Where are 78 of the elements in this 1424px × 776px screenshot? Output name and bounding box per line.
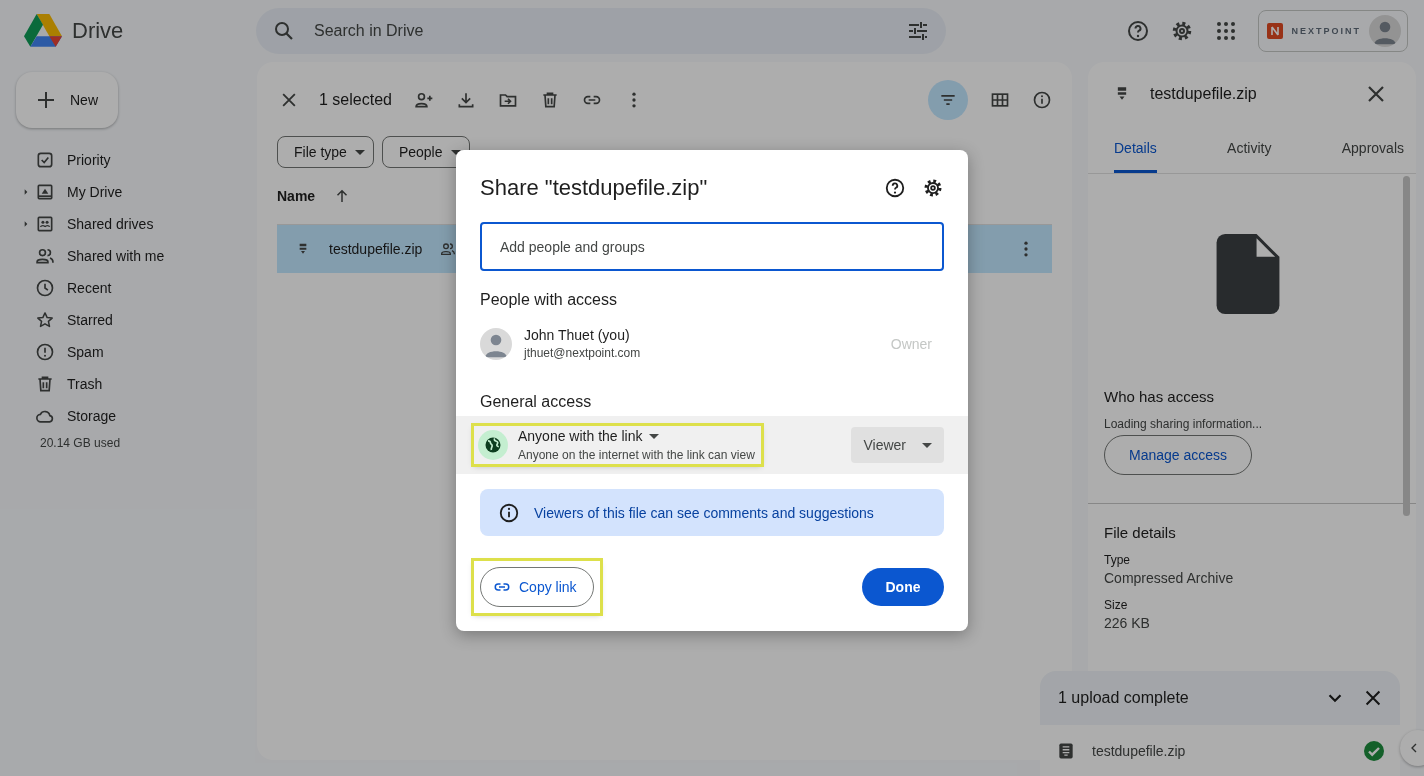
filter-chip[interactable]: File type [277,136,374,168]
caret-icon [648,433,659,439]
storage-usage: 20.14 GB used [39,436,122,450]
field-label: Type [1104,553,1131,567]
drive-logo-icon [24,14,62,48]
help-icon[interactable] [1126,19,1151,43]
section-heading: General access [480,393,593,411]
search-input[interactable]: Search in Drive [312,21,890,41]
info-text: Viewers of this file can see comments and suggestions [534,504,874,521]
search-field[interactable]: Search in Drive [256,8,946,54]
tab[interactable]: Activity [1227,124,1272,173]
panel-title: testdupefile.zip [1150,85,1257,103]
sidebar-item[interactable]: Shared with me [16,240,236,272]
trash-icon [35,374,55,394]
selection-count: 1 selected [319,91,392,109]
column-header[interactable]: Name [277,188,316,204]
person-name: John Thuet (you) [524,327,631,343]
copy-link-button[interactable]: Copy link [480,567,594,607]
add-people-field[interactable]: Add people and groups [480,222,944,271]
access-level: Anyone with the link [518,428,643,444]
tab[interactable]: Details [1114,124,1157,173]
filter-chip[interactable]: People [381,136,470,168]
filter-options-icon[interactable] [906,19,930,43]
role-dropdown[interactable]: Viewer [851,427,944,463]
document-icon [1056,741,1076,761]
star-icon [35,310,55,330]
grid-view-icon[interactable] [990,90,1010,110]
add-person-icon[interactable] [413,90,434,110]
people-icon [35,246,55,266]
app-name: Drive [72,18,124,44]
shared-drive-icon [35,214,55,234]
alert-icon [35,342,55,362]
sidebar-item[interactable]: Trash [16,368,236,400]
drive-icon [35,182,55,202]
sidebar-item[interactable]: Priority [16,144,236,176]
field-value: Compressed Archive [1104,570,1235,586]
settings-icon[interactable] [922,177,944,199]
filter-toggle-button[interactable] [928,80,968,120]
expand-arrow-icon[interactable] [23,189,28,195]
role-label: Owner [890,335,932,352]
upload-status-title: 1 upload complete [1058,689,1190,707]
sidebar-item[interactable]: Spam [16,336,236,368]
new-button[interactable]: New [16,72,118,128]
section-heading: File details [1104,524,1177,541]
info-icon[interactable] [1032,90,1052,110]
sidebar-item[interactable]: Recent [16,272,236,304]
sidebar-item[interactable]: Starred [16,304,236,336]
clock-icon [35,278,55,298]
help-icon[interactable] [884,177,906,199]
avatar-icon [480,327,512,360]
globe-icon [478,430,508,460]
brand-logo-icon [1267,23,1284,39]
person-email: jthuet@nextpoint.com [524,346,642,360]
field-value: 226 KB [1104,615,1151,631]
tab[interactable]: Approvals [1341,124,1404,173]
file-icon [1216,234,1280,314]
caret-icon [354,149,365,155]
avatar-icon [1369,15,1401,47]
done-button[interactable]: Done [862,568,944,606]
section-heading: Who has access [1104,388,1216,405]
dialog-title: Share "testdupefile.zip" [480,175,709,201]
access-selector[interactable]: Anyone with the link Anyone on the internet with the link can view [474,426,761,464]
loading-text: Loading sharing information... [1104,417,1264,431]
checkbox-icon [35,150,55,170]
info-icon [498,501,520,524]
sidebar-item[interactable]: Storage [16,400,236,432]
sidebar-item[interactable]: Shared drives [16,208,236,240]
sidebar-item[interactable]: My Drive [16,176,236,208]
expand-arrow-icon[interactable] [23,221,28,227]
file-name: testdupefile.zip [329,241,423,257]
field-label: Size [1104,598,1129,612]
access-description: Anyone on the internet with the link can view [518,448,755,462]
account-switcher[interactable]: NEXTPOINT [1258,10,1408,52]
brand-name: NEXTPOINT [1291,26,1361,36]
scrollbar[interactable] [1403,176,1410,516]
caret-icon [922,442,932,448]
file-name: testdupefile.zip [1092,743,1187,759]
section-heading: People with access [480,291,618,309]
